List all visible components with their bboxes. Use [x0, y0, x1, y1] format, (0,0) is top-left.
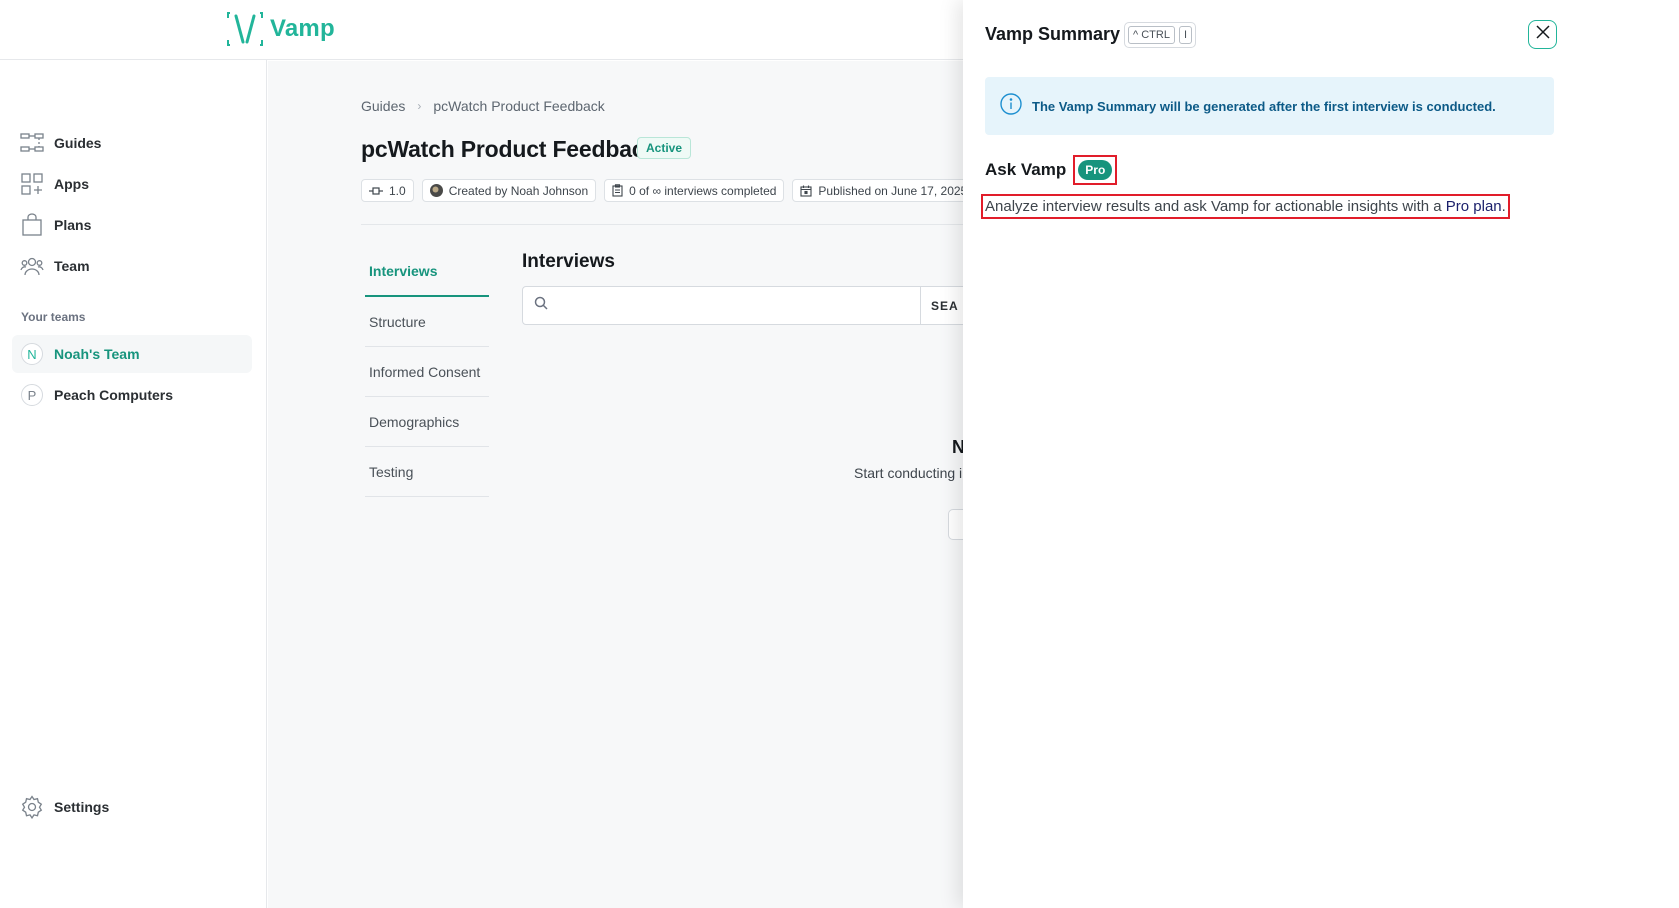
- author-avatar: [429, 184, 443, 197]
- author-chip: Created by Noah Johnson: [421, 179, 597, 202]
- interviews-count-text: 0 of ∞ interviews completed: [629, 183, 777, 198]
- team-avatar: P: [21, 384, 43, 406]
- version-text: 1.0: [389, 183, 406, 198]
- tab-demographics[interactable]: Demographics: [365, 397, 489, 447]
- tab-interviews[interactable]: Interviews: [365, 247, 489, 297]
- your-teams-heading: Your teams: [21, 310, 86, 324]
- team-avatar: N: [21, 343, 43, 365]
- team-label: Peach Computers: [54, 387, 174, 403]
- gear-icon: [20, 795, 44, 820]
- close-icon: [1535, 24, 1551, 45]
- settings-link[interactable]: Settings: [20, 795, 110, 820]
- sidebar-item-team[interactable]: Team: [12, 245, 252, 286]
- guide-tabs: Interviews Structure Informed Consent De…: [365, 247, 489, 497]
- search-box: SEA: [522, 286, 968, 325]
- sidebar-item-label: Apps: [54, 175, 89, 192]
- settings-label: Settings: [54, 799, 110, 815]
- sidebar-item-label: Guides: [54, 134, 102, 151]
- ask-vamp-description: Analyze interview results and ask Vamp f…: [981, 194, 1510, 219]
- author-text: Created by Noah Johnson: [448, 183, 589, 198]
- section-title: Interviews: [522, 251, 615, 272]
- chevron-right-icon: ›: [417, 99, 422, 113]
- version-chip: 1.0: [361, 179, 414, 202]
- sidebar-nav: Guides Apps Plans Team: [12, 122, 252, 286]
- info-alert: The Vamp Summary will be generated after…: [985, 77, 1554, 135]
- tab-testing[interactable]: Testing: [365, 447, 489, 497]
- info-text: The Vamp Summary will be generated after…: [1032, 98, 1496, 114]
- kbd-i: I: [1178, 26, 1193, 44]
- close-button[interactable]: [1528, 20, 1557, 49]
- description-text: Analyze interview results and ask Vamp f…: [985, 198, 1446, 215]
- search-input[interactable]: [556, 297, 920, 314]
- version-icon: [369, 186, 383, 196]
- pro-badge-highlight: Pro: [1073, 155, 1118, 185]
- team-icon: [20, 254, 44, 278]
- sidebar-item-label: Team: [54, 257, 90, 274]
- page-title: pcWatch Product Feedback: [361, 136, 657, 162]
- published-text: Published on June 17, 2025: [818, 183, 968, 198]
- pro-badge: Pro: [1078, 160, 1113, 180]
- panel-title: Vamp Summary: [985, 24, 1121, 44]
- sidebar: Guides Apps Plans Team Your teams N Noah…: [0, 60, 267, 908]
- sidebar-item-label: Plans: [54, 216, 92, 233]
- ask-vamp-header: Ask Vamp Pro: [985, 155, 1118, 185]
- description-end: .: [1501, 198, 1506, 215]
- search-icon: [534, 296, 548, 315]
- team-item-peach-computers[interactable]: P Peach Computers: [12, 376, 252, 414]
- breadcrumb: Guides › pcWatch Product Feedback: [361, 98, 605, 114]
- kbd-ctrl: ^ CTRL: [1128, 26, 1175, 44]
- keyboard-shortcut: ^ CTRL I: [1124, 22, 1197, 48]
- search-button[interactable]: SEA: [921, 287, 968, 324]
- divider: [361, 224, 968, 225]
- guide-meta-row: 1.0 Created by Noah Johnson 0 of ∞ inter…: [361, 179, 968, 202]
- logo-text: Vamp: [270, 15, 335, 42]
- main-content: Guides › pcWatch Product Feedback pcWatc…: [268, 61, 968, 908]
- sidebar-item-guides[interactable]: Guides: [12, 122, 252, 163]
- vamp-logo-icon: [226, 10, 264, 48]
- pro-plan-link[interactable]: Pro plan: [1446, 198, 1502, 215]
- app-logo[interactable]: Vamp: [226, 10, 335, 48]
- tab-informed-consent[interactable]: Informed Consent: [365, 347, 489, 397]
- status-badge: Active: [637, 137, 692, 159]
- tab-structure[interactable]: Structure: [365, 297, 489, 347]
- published-chip: Published on June 17, 2025: [792, 179, 968, 202]
- sidebar-item-apps[interactable]: Apps: [12, 163, 252, 204]
- breadcrumb-item-guides[interactable]: Guides: [361, 98, 405, 114]
- breadcrumb-item-current: pcWatch Product Feedback: [433, 98, 605, 114]
- calendar-icon: [800, 185, 812, 197]
- search-field: [523, 287, 921, 324]
- apps-icon: [20, 172, 44, 196]
- interviews-count-chip: 0 of ∞ interviews completed: [604, 179, 785, 202]
- ask-vamp-title: Ask Vamp: [985, 160, 1067, 179]
- empty-state-subtitle: Start conducting in: [854, 465, 968, 481]
- guides-icon: [20, 131, 44, 155]
- team-label: Noah's Team: [54, 346, 140, 362]
- info-icon: [1000, 92, 1022, 120]
- team-item-noahs-team[interactable]: N Noah's Team: [12, 335, 252, 373]
- sidebar-item-plans[interactable]: Plans: [12, 204, 252, 245]
- clipboard-icon: [612, 184, 623, 197]
- vamp-summary-panel: Vamp Summary ^ CTRL I The Vamp Summary w…: [963, 0, 1679, 908]
- team-list: N Noah's Team P Peach Computers: [12, 335, 252, 417]
- plans-icon: [20, 212, 44, 237]
